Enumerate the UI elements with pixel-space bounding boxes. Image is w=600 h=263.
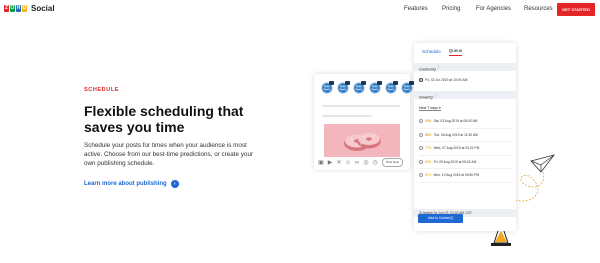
text-placeholder-line <box>322 105 400 107</box>
location-icon[interactable]: ◎ <box>363 160 369 166</box>
radio-icon <box>419 173 423 178</box>
hero-headline: Flexible scheduling that saves you time <box>84 103 244 135</box>
avatar[interactable]: Zylker Travels <box>321 81 334 94</box>
learn-more-label: Learn more about publishing <box>84 181 167 187</box>
info-icon[interactable]: ⓘ <box>437 65 440 69</box>
slot-time: Sat, 03 Aug 2019 at 08:00 AM <box>433 119 478 124</box>
slot-score: 65% <box>425 159 432 164</box>
brand-logo[interactable]: ZOHO Social <box>4 4 55 13</box>
nav-link-resources[interactable]: Resources <box>524 6 553 12</box>
list-item[interactable]: 77% Wed, 07 Aug 2019 at 03:21 PM <box>419 142 513 156</box>
customq-slot[interactable]: Fri, 02 Jul 2019 at 10:00 AM <box>419 78 467 82</box>
nav-link-pricing[interactable]: Pricing <box>442 6 460 12</box>
linkedin-badge-icon <box>361 81 366 85</box>
radio-icon <box>419 132 423 137</box>
customq-label: CustomQ <box>419 66 436 72</box>
dashed-path-decoration <box>514 164 545 202</box>
slot-time: Tue, 06 Aug 2019 at 11:30 AM <box>433 132 478 137</box>
post-composer-card: Zylker Travels Zylker Travels Zylker Tra… <box>314 74 414 170</box>
get-started-button[interactable]: GET STARTED <box>557 3 595 16</box>
avatar-label: Zylker Travels <box>339 86 347 91</box>
emoji-icon[interactable]: ☺ <box>345 160 351 166</box>
schedule-tabs: Schedule Queue <box>414 43 516 61</box>
top-navigation: ZOHO Social Features Pricing For Agencie… <box>0 0 600 20</box>
list-item[interactable]: 65% Fri, 09 Aug 2019 at 09:02 AM <box>419 156 513 169</box>
avatar[interactable]: Zylker Travels <box>337 81 350 94</box>
customq-slot-text: Fri, 02 Jul 2019 at 10:00 AM <box>425 78 468 82</box>
profile-avatars: Zylker Travels Zylker Travels Zylker Tra… <box>321 81 414 94</box>
radio-icon <box>419 159 423 164</box>
range-label: Next 7 days <box>419 106 438 110</box>
avatar-label: Zylker Travels <box>387 86 395 91</box>
video-icon[interactable]: ▶ <box>327 160 333 166</box>
radio-icon <box>419 119 423 124</box>
list-item[interactable]: 85% Tue, 06 Aug 2019 at 11:30 AM <box>419 129 513 142</box>
slot-time: Mon, 12 Aug 2019 at 05:50 PM <box>433 173 480 178</box>
donut-illustration <box>344 133 381 151</box>
chevron-down-icon: ▾ <box>438 106 441 110</box>
range-dropdown[interactable]: Next 7 days ▾ <box>419 106 441 111</box>
list-item[interactable]: 61% Mon, 12 Aug 2019 at 05:50 PM <box>419 169 513 183</box>
slot-score: 77% <box>425 146 432 151</box>
arrow-right-icon: › <box>170 180 179 188</box>
slot-time: Fri, 09 Aug 2019 at 09:02 AM <box>433 159 477 164</box>
paper-plane-icon <box>530 154 556 173</box>
learn-more-link[interactable]: Learn more about publishing › <box>84 180 179 188</box>
link-icon[interactable]: ∞ <box>354 160 360 166</box>
avatar[interactable]: Zylker Travels <box>369 81 382 94</box>
post-now-button[interactable]: Post Now <box>382 158 403 167</box>
avatar[interactable]: Zylker Travels <box>401 81 414 94</box>
post-image <box>324 124 400 157</box>
pinterest-badge-icon <box>393 81 398 85</box>
nav-link-agencies[interactable]: For Agencies <box>476 6 511 12</box>
info-icon[interactable]: ⓘ <box>434 93 437 97</box>
radio-icon <box>419 146 423 151</box>
smartq-header: SmartQ ⓘ <box>414 91 516 99</box>
slot-score: 93% <box>425 119 432 124</box>
twitter-badge-icon <box>345 81 350 85</box>
slot-score: 85% <box>425 132 432 137</box>
tab-queue[interactable]: Queue <box>448 48 463 56</box>
avatar-label: Zylker Travels <box>403 86 411 91</box>
shortcut-icon[interactable]: ✕ <box>336 160 342 166</box>
section-eyebrow: SCHEDULE <box>84 87 120 93</box>
avatar-label: Zylker Travels <box>355 86 363 91</box>
facebook-badge-icon <box>329 81 334 85</box>
image-upload-icon[interactable]: ▣ <box>318 160 324 166</box>
tab-schedule[interactable]: Schedule <box>422 49 441 56</box>
list-item[interactable]: 93% Sat, 03 Aug 2019 at 08:00 AM <box>419 115 513 129</box>
text-placeholder-line <box>322 115 372 117</box>
avatar[interactable]: Zylker Travels <box>385 81 398 94</box>
avatar-label: Zylker Travels <box>371 86 379 91</box>
composer-toolbar: ▣ ▶ ✕ ☺ ∞ ◎ ◷ <box>318 160 378 166</box>
brand-name: Social <box>31 4 55 13</box>
instagram-badge-icon <box>377 81 382 85</box>
slot-time: Wed, 07 Aug 2019 at 03:21 PM <box>433 146 480 151</box>
nav-link-features[interactable]: Features <box>404 6 428 12</box>
avatar[interactable]: Zylker Travels <box>353 81 366 94</box>
schedule-panel: Schedule Queue CustomQ ⓘ Fri, 02 Jul 201… <box>414 43 516 231</box>
schedule-clock-icon[interactable]: ◷ <box>372 160 378 166</box>
zoho-logo-icon: ZOHO <box>4 5 27 12</box>
radio-selected-icon <box>419 78 423 82</box>
add-to-customq-button[interactable]: Add to CustomQ <box>418 214 463 223</box>
customq-header: CustomQ ⓘ <box>414 63 516 71</box>
hero-description: Schedule your posts for times when your … <box>84 142 254 167</box>
avatar-label: Zylker Travels <box>323 86 331 91</box>
slot-score: 61% <box>425 173 432 178</box>
smartq-label: SmartQ <box>419 94 433 100</box>
smartq-slot-list: 93% Sat, 03 Aug 2019 at 08:00 AM 85% Tue… <box>419 115 513 183</box>
